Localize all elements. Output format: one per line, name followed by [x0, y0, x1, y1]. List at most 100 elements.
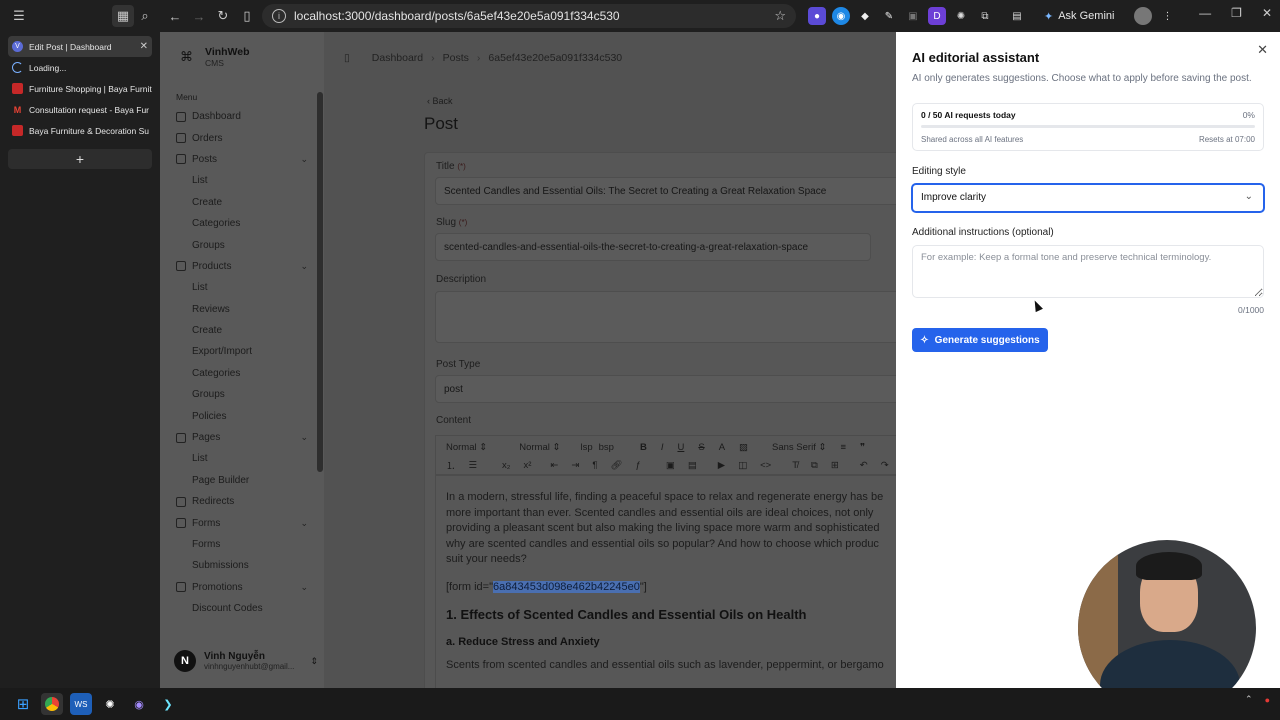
title-input[interactable]: Scented Candles and Essential Oils: The … — [435, 177, 905, 205]
heading-select[interactable]: Normal ⇕ — [446, 442, 487, 453]
brand[interactable]: ⌘ VinhWeb CMS — [180, 46, 250, 68]
clear-format-icon[interactable]: T̸ — [792, 460, 798, 471]
tab-loading[interactable]: Loading... — [8, 57, 152, 78]
sidebar-item-posts[interactable]: Posts ⌄ — [176, 149, 308, 170]
site-info-icon[interactable]: i — [272, 9, 286, 23]
profile-avatar[interactable] — [1134, 7, 1153, 25]
back-link[interactable]: ‹ Back — [427, 96, 453, 106]
sidebar-item-reviews[interactable]: Reviews — [176, 299, 308, 320]
split-view-icon[interactable]: ▯ — [236, 5, 258, 27]
highlight-icon[interactable]: ▨ — [739, 442, 748, 453]
indent-icon[interactable]: ⇥ — [571, 460, 579, 471]
sidebar-item-pages[interactable]: Pages ⌄ — [176, 427, 308, 448]
address-bar[interactable]: i localhost:3000/dashboard/posts/6a5ef43… — [262, 4, 796, 28]
video-icon[interactable]: ▶ — [718, 460, 725, 471]
sidebar-item-page-builder[interactable]: Page Builder — [176, 470, 308, 491]
extension-icon[interactable]: D — [928, 7, 946, 25]
rtl-icon[interactable]: ¶ — [592, 460, 597, 471]
kebab-menu-icon[interactable]: ⋮ — [1158, 7, 1176, 25]
subscript-icon[interactable]: x₂ — [502, 460, 510, 471]
ordered-list-icon[interactable]: ⒈ — [446, 458, 456, 472]
extension-icon[interactable]: ◉ — [832, 7, 850, 25]
italic-icon[interactable]: I — [661, 442, 664, 453]
size-select[interactable]: Normal ⇕ — [519, 442, 560, 453]
sidebar-item-promotions[interactable]: Promotions ⌄ — [176, 577, 308, 598]
tab-search-icon[interactable]: ⌕ — [134, 5, 156, 27]
windows-start-icon[interactable]: ⊞ — [12, 693, 34, 715]
content-editor[interactable]: In a modern, stressful life, finding a p… — [435, 475, 905, 688]
block-spacing-select[interactable]: bsp — [599, 442, 614, 453]
bookmark-star-icon[interactable]: ☆ — [774, 8, 786, 24]
quote-icon[interactable]: ❞ — [860, 442, 865, 453]
sidebar-toggle-icon[interactable]: ☰ — [8, 5, 30, 27]
record-icon[interactable]: ● — [1265, 695, 1270, 705]
bold-icon[interactable]: B — [640, 442, 647, 453]
sidebar-item-groups[interactable]: Groups — [176, 384, 308, 405]
app-taskbar-icon[interactable]: ◉ — [128, 693, 150, 715]
formula-icon[interactable]: ƒ — [636, 460, 641, 471]
gallery-icon[interactable]: ▤ — [688, 460, 697, 471]
line-spacing-select[interactable]: lsp — [580, 442, 592, 453]
editing-style-select[interactable]: Improve clarity ⌄ — [911, 183, 1265, 213]
close-icon[interactable]: ✕ — [1257, 42, 1268, 58]
sidebar-item-list[interactable]: List — [176, 170, 308, 191]
breadcrumb-posts[interactable]: Posts — [443, 52, 469, 64]
sidebar-item-submissions[interactable]: Submissions — [176, 555, 308, 576]
sidebar-item-products[interactable]: Products ⌄ — [176, 256, 308, 277]
close-tab-icon[interactable]: ✕ — [140, 41, 148, 52]
font-select[interactable]: Sans Serif ⇕ — [772, 442, 826, 453]
undo-icon[interactable]: ↶ — [860, 460, 868, 471]
image-icon[interactable]: ▣ — [666, 460, 675, 471]
sidebar-item-list[interactable]: List — [176, 277, 308, 298]
chatgpt-taskbar-icon[interactable]: ✺ — [99, 693, 121, 715]
tab-furniture-shopping[interactable]: Furniture Shopping | Baya Furnit — [8, 78, 152, 99]
align-icon[interactable]: ≡ — [840, 442, 846, 453]
webstorm-taskbar-icon[interactable]: WS — [70, 693, 92, 715]
sidebar-item-list[interactable]: List — [176, 448, 308, 469]
sidebar-item-policies[interactable]: Policies — [176, 405, 308, 426]
redo-icon[interactable]: ↷ — [881, 460, 889, 471]
back-arrow-icon[interactable]: ← — [164, 5, 186, 27]
panel-toggle-icon[interactable]: ▯ — [344, 52, 350, 64]
sidebar-item-groups[interactable]: Groups — [176, 234, 308, 255]
pen-icon[interactable]: ✎ — [880, 7, 898, 25]
tab-edit-post[interactable]: V Edit Post | Dashboard ✕ — [8, 36, 152, 57]
superscript-icon[interactable]: x² — [524, 460, 532, 471]
sidebar-item-orders[interactable]: Orders — [176, 127, 308, 148]
description-input[interactable] — [435, 291, 905, 343]
forward-arrow-icon[interactable]: → — [188, 5, 210, 27]
sidebar-item-categories[interactable]: Categories — [176, 213, 308, 234]
extension-icon[interactable]: ▣ — [904, 7, 922, 25]
scrollbar-thumb[interactable] — [317, 92, 323, 472]
text-color-icon[interactable]: A — [719, 442, 725, 453]
extension-icon[interactable]: ✺ — [952, 7, 970, 25]
ask-gemini-button[interactable]: ✦ Ask Gemini — [1044, 10, 1114, 23]
underline-icon[interactable]: U — [677, 442, 684, 453]
sidebar-item-create[interactable]: Create — [176, 320, 308, 341]
close-window-icon[interactable]: ✕ — [1262, 6, 1272, 20]
outdent-icon[interactable]: ⇤ — [550, 460, 558, 471]
sidebar-item-redirects[interactable]: Redirects — [176, 491, 308, 512]
link-icon[interactable]: 🔗︎ — [610, 460, 622, 471]
slug-input[interactable]: scented-candles-and-essential-oils-the-s… — [435, 233, 871, 261]
sidebar-scrollbar[interactable] — [317, 84, 323, 644]
user-menu[interactable]: N Vinh Nguyễn vinhnguyenhubt@gmail... ⇕ — [174, 650, 318, 672]
side-panel-icon[interactable]: ▤ — [1008, 7, 1026, 25]
code-icon[interactable]: <> — [760, 460, 771, 471]
sidebar-item-export-import[interactable]: Export/Import — [176, 341, 308, 362]
chrome-taskbar-icon[interactable] — [41, 693, 63, 715]
bullet-list-icon[interactable]: ☰ — [469, 460, 478, 471]
copy-icon[interactable]: ⧉ — [811, 460, 818, 471]
post-type-select[interactable]: post — [435, 375, 905, 403]
generate-suggestions-button[interactable]: ✧ Generate suggestions — [912, 328, 1048, 352]
instructions-textarea[interactable] — [912, 245, 1264, 298]
sidebar-item-forms[interactable]: Forms — [176, 534, 308, 555]
sidebar-item-dashboard[interactable]: Dashboard — [176, 106, 308, 127]
sidebar-item-forms[interactable]: Forms ⌄ — [176, 512, 308, 533]
chevron-up-icon[interactable]: ⌃ — [1245, 694, 1253, 705]
new-tab-button[interactable]: + — [8, 149, 152, 169]
tab-baya-furniture[interactable]: Baya Furniture & Decoration Su — [8, 120, 152, 141]
sidebar-item-discount-codes[interactable]: Discount Codes — [176, 598, 308, 619]
breadcrumb-dashboard[interactable]: Dashboard — [372, 52, 423, 64]
terminal-taskbar-icon[interactable]: ❯ — [157, 693, 179, 715]
